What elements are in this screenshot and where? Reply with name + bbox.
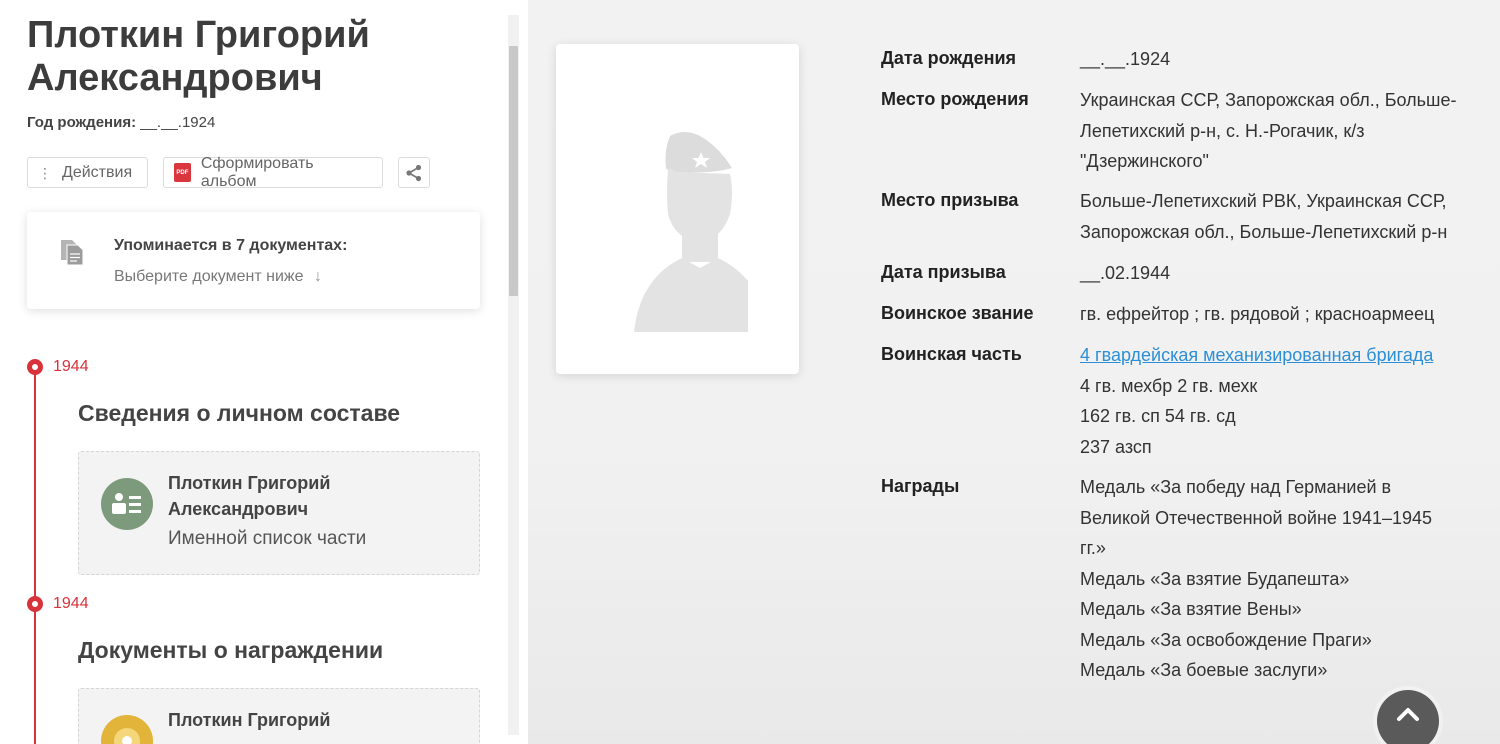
actions-label: Действия [62, 163, 133, 181]
timeline-year: 1944 [53, 595, 89, 612]
info-value: Больше-Лепетихский РВК, Украинская ССР, … [1080, 186, 1490, 247]
award-medal-icon [101, 715, 153, 744]
arrow-down-icon: ↓ [313, 268, 322, 285]
mentions-card: Упоминается в 7 документах: Выберите док… [27, 212, 480, 309]
document-person-name: Плоткин Григорий [168, 707, 330, 733]
documents-icon [61, 240, 84, 266]
info-value-line: гг.» [1080, 538, 1106, 558]
chevron-up-icon [1397, 708, 1419, 721]
right-panel: Дата рождения __.__.1924 Место рождения … [528, 0, 1500, 744]
info-value-line: __.02.1944 [1080, 263, 1171, 283]
document-card[interactable]: Плоткин Григорий Александрович Именной с… [78, 451, 480, 575]
info-value-line: Больше-Лепетихский РВК, Украинская ССР, [1080, 191, 1447, 211]
photo-card [556, 44, 799, 374]
document-type: Именной список части [168, 528, 367, 549]
info-label: Награды [881, 476, 960, 496]
info-value-line: Медаль «За взятие Будапешта» [1080, 568, 1350, 589]
info-value-line: Лепетихский р-н, с. Н.-Рогачик, к/з [1080, 120, 1365, 141]
info-value: Украинская ССР, Запорожская обл., Больше… [1080, 85, 1490, 177]
info-value-line: 237 азсп [1080, 436, 1152, 457]
info-value: __.__.1924 [1080, 44, 1490, 75]
info-value-line: __.__.1924 [1080, 49, 1171, 69]
mentions-subtitle: Выберите документ ниже ↓ [114, 268, 322, 286]
person-name: Плоткин Григорий Александрович [27, 14, 370, 99]
left-panel: Плоткин Григорий Александрович Год рожде… [0, 0, 528, 744]
soldier-avatar-icon [634, 132, 748, 332]
info-value-line: Медаль «За боевые заслуги» [1080, 660, 1328, 680]
personnel-list-icon [101, 478, 153, 530]
info-value-line: Медаль «За взятие Вены» [1080, 599, 1302, 619]
info-value: __.02.1944 [1080, 258, 1490, 289]
info-value-line: Медаль «За победу над Германией в [1080, 477, 1392, 497]
info-value-line: гв. ефрейтор ; гв. рядовой ; красноармее… [1080, 304, 1435, 324]
document-name-line: Плоткин Григорий [168, 473, 331, 493]
scrollbar-thumb[interactable] [509, 46, 518, 296]
timeline-line [34, 367, 36, 744]
section-title-awards: Документы о награждении [78, 637, 384, 663]
document-card[interactable]: Плоткин Григорий [78, 688, 480, 744]
document-person-name: Плоткин Григорий Александрович [168, 470, 330, 522]
info-label: Дата призыва [881, 262, 1006, 282]
info-value: Медаль «За победу над Германией в Велико… [1080, 472, 1490, 686]
section-title-personnel: Сведения о личном составе [78, 400, 401, 426]
info-value: гв. ефрейтор ; гв. рядовой ; красноармее… [1080, 299, 1490, 330]
info-value: 4 гвардейская механизированная бригада 4… [1080, 340, 1490, 462]
timeline-year: 1944 [53, 358, 89, 375]
info-label: Место призыва [881, 190, 1019, 210]
timeline-dot [27, 359, 43, 375]
info-value-line: 4 гв. мехбр 2 гв. мехк [1080, 375, 1258, 396]
info-value-line: Украинская ССР, Запорожская обл., Больше… [1080, 90, 1457, 110]
mentions-title: Упоминается в 7 документах: [114, 237, 348, 254]
timeline-dot [27, 596, 43, 612]
share-button[interactable] [398, 157, 430, 188]
birth-year: Год рождения: __.__.1924 [27, 114, 215, 131]
info-value-line: 162 гв. сп 54 гв. сд [1080, 406, 1236, 426]
info-label: Воинская часть [881, 344, 1022, 364]
info-label: Место рождения [881, 89, 1029, 109]
more-vertical-icon: ⋮ [38, 164, 52, 181]
info-value-line: Запорожская обл., Больше-Лепетихский р-н [1080, 221, 1448, 242]
scroll-to-top-button[interactable] [1377, 690, 1439, 744]
album-label: Сформировать альбом [200, 154, 314, 190]
pdf-icon: PDF [174, 163, 191, 182]
actions-button[interactable]: ⋮ Действия [27, 157, 148, 188]
info-value-line: Великой Отечественной войне 1941–1945 [1080, 507, 1433, 528]
birth-year-value: __.__.1924 [140, 114, 216, 131]
military-unit-link[interactable]: 4 гвардейская механизированная бригада [1080, 340, 1490, 371]
mentions-subtitle-text: Выберите документ ниже [114, 268, 304, 285]
document-name-line: Александрович [168, 499, 309, 519]
birth-year-label: Год рождения: [27, 114, 137, 131]
share-icon [406, 164, 422, 181]
info-label: Дата рождения [881, 48, 1017, 68]
document-name-line: Плоткин Григорий [168, 710, 331, 730]
info-value-line: Медаль «За освобождение Праги» [1080, 629, 1372, 650]
info-value-line: "Дзержинского" [1080, 151, 1209, 171]
create-album-button[interactable]: PDF Сформировать альбом [163, 154, 383, 190]
info-label: Воинское звание [881, 303, 1034, 323]
